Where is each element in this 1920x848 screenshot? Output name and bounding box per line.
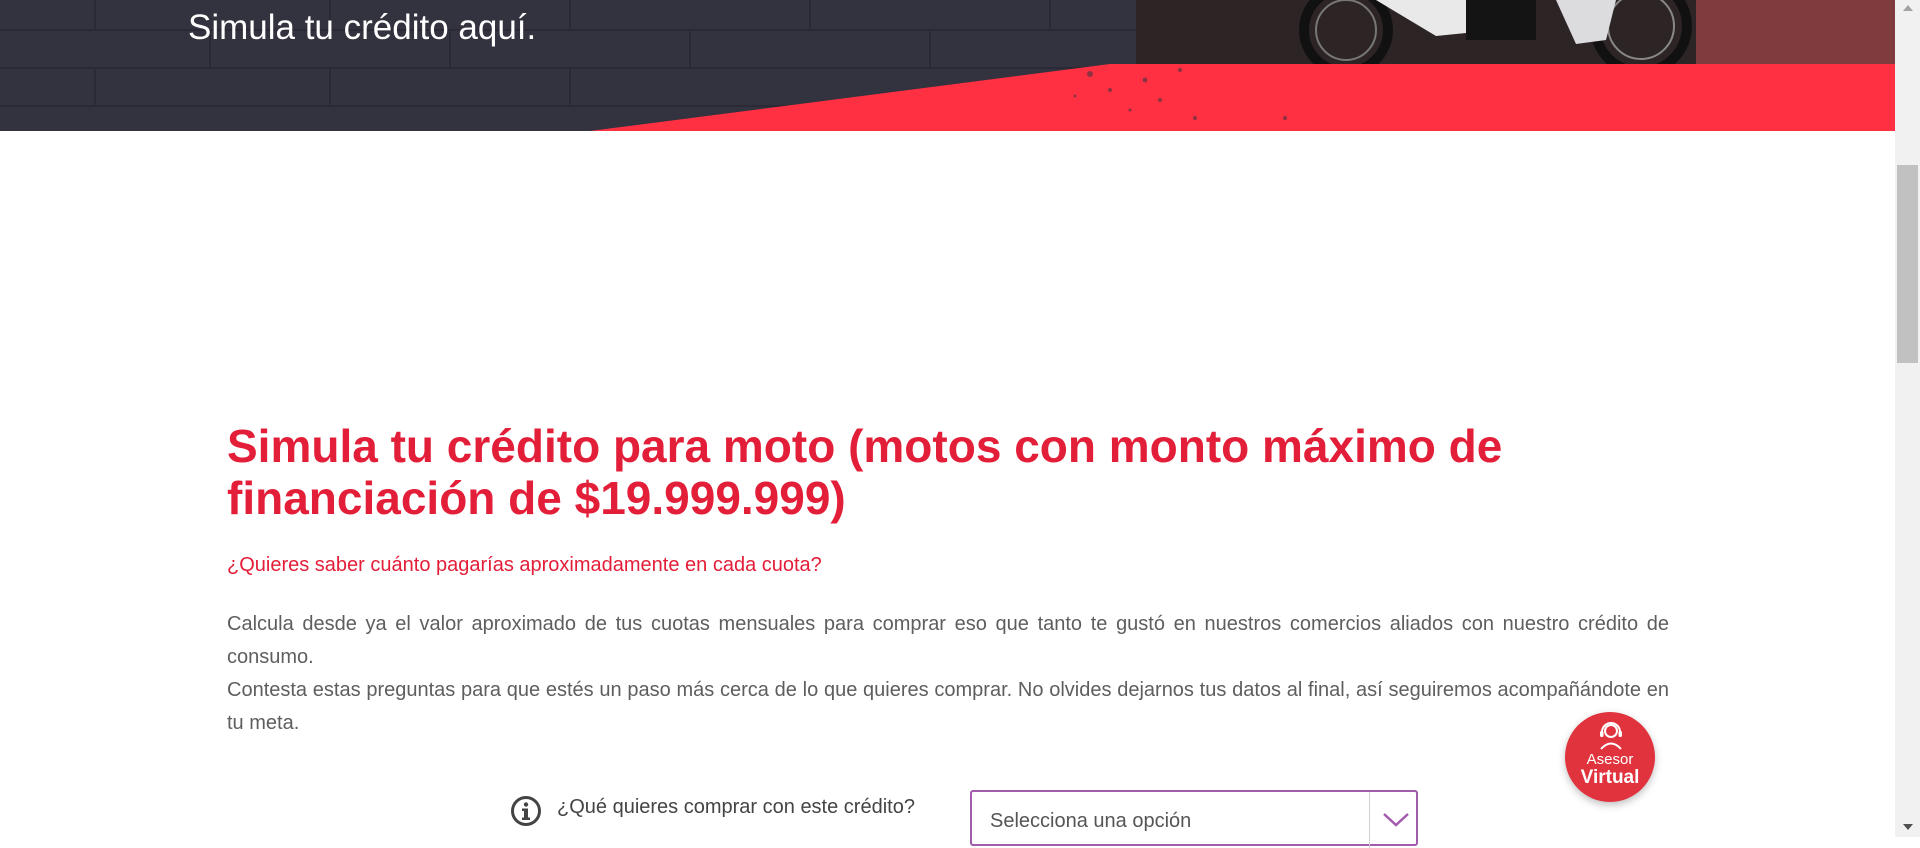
- page-title: Simula tu crédito para moto (motos con m…: [227, 420, 1503, 524]
- simulator-intro: Simula tu crédito para moto (motos con m…: [227, 420, 1669, 740]
- select-divider: [1369, 792, 1370, 848]
- scrollbar-thumb[interactable]: [1897, 165, 1918, 363]
- instructions-paragraph: Contesta estas preguntas para que estés …: [227, 679, 1669, 734]
- chevron-down-icon[interactable]: [1382, 812, 1410, 828]
- page-scrollbar[interactable]: [1895, 0, 1920, 837]
- select-value: Selecciona una opción: [990, 810, 1192, 832]
- advisor-label-line1: Asesor: [1586, 751, 1634, 768]
- hero-banner: Simula tu crédito aquí.: [0, 0, 1895, 131]
- question-label: ¿Qué quieres comprar con este crédito?: [557, 796, 915, 818]
- scroll-up-arrow-icon[interactable]: [1903, 5, 1913, 11]
- hero-title: Simula tu crédito aquí.: [188, 8, 537, 47]
- headset-agent-icon: [1600, 722, 1622, 750]
- scroll-down-arrow-icon[interactable]: [1903, 824, 1913, 830]
- info-circle-icon[interactable]: [510, 795, 542, 827]
- purchase-type-select[interactable]: Selecciona una opción: [970, 790, 1418, 848]
- advisor-label-line2: Virtual: [1580, 767, 1640, 788]
- intro-paragraph: Calcula desde ya el valor aproximado de …: [227, 613, 1669, 668]
- virtual-advisor-button[interactable]: Asesor Virtual: [1565, 712, 1655, 802]
- subtitle: ¿Quieres saber cuánto pagarías aproximad…: [227, 554, 822, 576]
